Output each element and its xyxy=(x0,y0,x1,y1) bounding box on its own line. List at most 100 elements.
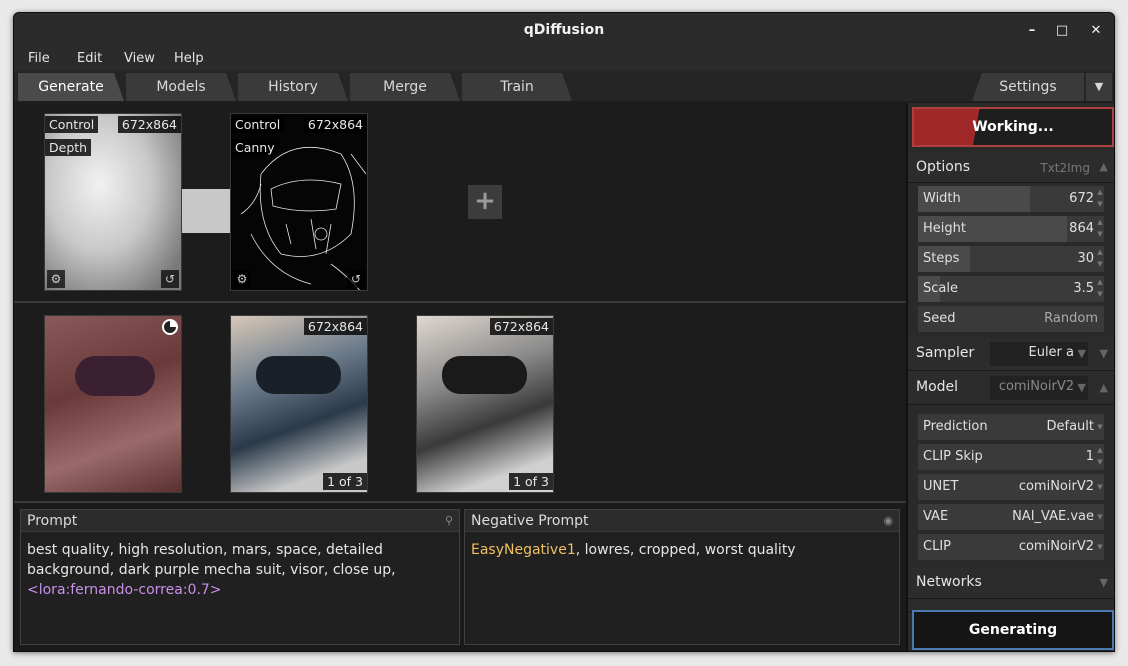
embedding-token: EasyNegative1 xyxy=(471,542,576,558)
chevron-down-icon[interactable]: ▼ xyxy=(1096,534,1104,560)
vae-value: NAI_VAE.vae xyxy=(1012,509,1094,524)
prompt-text: best quality, high resolution, mars, spa… xyxy=(27,542,396,578)
clip-skip-value: 1 xyxy=(1085,449,1094,464)
prompt-title: Prompt xyxy=(27,513,78,529)
menu-edit[interactable]: Edit xyxy=(77,51,102,66)
width-field[interactable]: Width 672 ▲ ▼ xyxy=(918,186,1104,212)
width-value: 672 xyxy=(1069,191,1094,206)
menu-bar: File Edit View Help xyxy=(14,49,1114,71)
gear-icon[interactable]: ⚙ xyxy=(233,270,251,288)
preview-visor xyxy=(75,356,155,396)
output-card-1[interactable]: 672x864 1 of 3 xyxy=(230,315,368,493)
tab-train[interactable]: Train xyxy=(462,73,572,101)
prompt-input[interactable]: best quality, high resolution, mars, spa… xyxy=(21,532,459,608)
options-title: Options xyxy=(916,159,971,175)
image-counter-label: 1 of 3 xyxy=(323,473,367,490)
add-control-button[interactable]: + xyxy=(468,185,502,219)
expand-icon[interactable]: ▼ xyxy=(1100,347,1108,360)
tab-models[interactable]: Models xyxy=(126,73,236,101)
tab-dropdown-icon[interactable]: ▼ xyxy=(1086,73,1112,101)
menu-file[interactable]: File xyxy=(28,51,50,66)
tab-history[interactable]: History xyxy=(238,73,348,101)
prediction-field[interactable]: Prediction Default ▼ xyxy=(918,414,1104,440)
image-counter-label: 1 of 3 xyxy=(509,473,553,490)
sampler-section: Sampler Euler a ▼ ▼ xyxy=(908,337,1114,371)
search-icon[interactable]: ⚲ xyxy=(445,514,453,527)
chevron-down-icon[interactable]: ▼ xyxy=(1096,504,1104,530)
negative-prompt-input[interactable]: EasyNegative1, lowres, cropped, worst qu… xyxy=(465,532,899,568)
clip-skip-field[interactable]: CLIP Skip 1 ▲ ▼ xyxy=(918,444,1104,470)
steps-value: 30 xyxy=(1077,251,1094,266)
collapse-icon[interactable]: ▲ xyxy=(1100,381,1108,394)
seed-field[interactable]: Seed Random xyxy=(918,306,1104,332)
close-icon[interactable]: ✕ xyxy=(1084,19,1108,43)
control-card-depth[interactable]: Control Depth 672x864 ⚙ ↺ xyxy=(44,113,182,291)
output-pane: 672x864 1 of 3 672x864 1 of 3 xyxy=(14,305,906,503)
options-mode: Txt2Img xyxy=(1040,161,1090,175)
options-section-header[interactable]: Options Txt2Img ▲ xyxy=(908,153,1114,183)
height-spinner[interactable]: ▲ ▼ xyxy=(1096,216,1104,242)
generate-button[interactable]: Generating xyxy=(912,610,1114,650)
chevron-down-icon[interactable]: ▼ xyxy=(1096,414,1104,440)
lora-open: <lora: xyxy=(27,582,71,598)
negative-prompt-panel[interactable]: Negative Prompt ◉ EasyNegative1, lowres,… xyxy=(464,509,900,645)
lora-name: fernando-correa xyxy=(70,582,183,598)
progress-icon xyxy=(162,319,178,335)
scale-field[interactable]: Scale 3.5 ▲ ▼ xyxy=(918,276,1104,302)
scale-spinner[interactable]: ▲ ▼ xyxy=(1096,276,1104,302)
unet-field[interactable]: UNET comiNoirV2 ▼ xyxy=(918,474,1104,500)
model-select[interactable]: comiNoirV2 xyxy=(990,376,1088,400)
chevron-down-icon[interactable]: ▼ xyxy=(1096,474,1104,500)
reset-icon[interactable]: ↺ xyxy=(347,270,365,288)
working-button[interactable]: Working... xyxy=(912,107,1114,147)
image-size-label: 672x864 xyxy=(489,318,553,335)
clip-field[interactable]: CLIP comiNoirV2 ▼ xyxy=(918,534,1104,560)
minimize-icon[interactable]: – xyxy=(1020,19,1044,43)
app-window: qDiffusion – □ ✕ File Edit View Help Gen… xyxy=(13,12,1115,652)
scale-value: 3.5 xyxy=(1073,281,1094,296)
negative-prompt-text: , lowres, cropped, worst quality xyxy=(575,542,796,558)
menu-help[interactable]: Help xyxy=(174,51,204,66)
steps-label: Steps xyxy=(923,251,960,266)
tab-settings[interactable]: Settings xyxy=(972,73,1084,101)
maximize-icon[interactable]: □ xyxy=(1050,19,1074,43)
window-title: qDiffusion xyxy=(523,22,605,38)
clip-value: comiNoirV2 xyxy=(1018,539,1094,554)
steps-field[interactable]: Steps 30 ▲ ▼ xyxy=(918,246,1104,272)
networks-title: Networks xyxy=(916,574,982,590)
control-type-label: Control xyxy=(45,116,99,133)
chevron-down-icon[interactable]: ▼ xyxy=(1078,381,1086,394)
sampler-title: Sampler xyxy=(916,345,975,361)
sampler-select[interactable]: Euler a xyxy=(990,342,1088,366)
control-mode-label: Canny xyxy=(231,139,279,156)
chevron-down-icon[interactable]: ▼ xyxy=(1078,347,1086,360)
control-connector xyxy=(182,189,230,233)
output-card-preview[interactable] xyxy=(44,315,182,493)
width-spinner[interactable]: ▲ ▼ xyxy=(1096,186,1104,212)
height-field[interactable]: Height 864 ▲ ▼ xyxy=(918,216,1104,242)
model-section: Model comiNoirV2 ▼ ▲ xyxy=(908,371,1114,405)
tab-merge[interactable]: Merge xyxy=(350,73,460,101)
prompt-panel[interactable]: Prompt ⚲ best quality, high resolution, … xyxy=(20,509,460,645)
expand-icon[interactable]: ▼ xyxy=(1100,576,1108,589)
networks-section-header[interactable]: Networks ▼ xyxy=(908,567,1114,599)
helmet-visor xyxy=(442,356,527,394)
lora-close: > xyxy=(209,582,222,598)
unet-value: comiNoirV2 xyxy=(1018,479,1094,494)
negative-prompt-title: Negative Prompt xyxy=(471,513,589,529)
eye-icon[interactable]: ◉ xyxy=(883,514,893,527)
sidebar: Working... Options Txt2Img ▲ Width 672 ▲… xyxy=(906,103,1114,651)
output-card-2[interactable]: 672x864 1 of 3 xyxy=(416,315,554,493)
menu-view[interactable]: View xyxy=(124,51,155,66)
scale-label: Scale xyxy=(923,281,958,296)
tab-generate[interactable]: Generate xyxy=(18,73,124,101)
vae-field[interactable]: VAE NAI_VAE.vae ▼ xyxy=(918,504,1104,530)
reset-icon[interactable]: ↺ xyxy=(161,270,179,288)
gear-icon[interactable]: ⚙ xyxy=(47,270,65,288)
collapse-icon[interactable]: ▲ xyxy=(1100,160,1108,173)
control-card-canny[interactable]: Control Canny 672x864 ⚙ ↺ xyxy=(230,113,368,291)
steps-spinner[interactable]: ▲ ▼ xyxy=(1096,246,1104,272)
unet-label: UNET xyxy=(923,479,959,494)
clip-skip-spinner[interactable]: ▲ ▼ xyxy=(1096,444,1104,470)
title-bar: qDiffusion – □ ✕ xyxy=(14,13,1114,49)
